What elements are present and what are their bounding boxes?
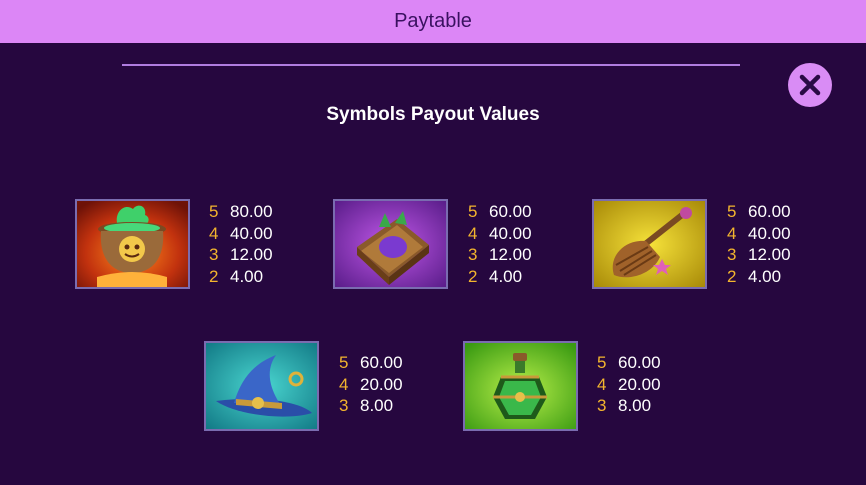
pay-value: 40.00 <box>230 223 273 243</box>
pay-value: 60.00 <box>360 353 403 372</box>
pay-count: 5 <box>727 202 737 221</box>
pay-count: 2 <box>727 266 737 286</box>
pay-value: 8.00 <box>360 396 394 415</box>
pay-value: 60.00 <box>618 353 661 372</box>
potion-icon <box>465 343 576 429</box>
symbol-potion <box>463 341 578 431</box>
pay-value: 12.00 <box>489 245 532 264</box>
symbol-spellbook <box>333 199 448 289</box>
pay-count: 5 <box>209 202 219 221</box>
payout-row: 2 4.00 <box>209 266 309 288</box>
page-title: Paytable <box>394 10 472 32</box>
pay-value: 8.00 <box>618 396 652 415</box>
witch-hat-icon <box>206 343 317 429</box>
section-title: Symbols Payout Values <box>326 104 540 125</box>
payout-row: 5 80.00 <box>209 201 309 223</box>
payout-row: 5 60.00 <box>727 201 827 223</box>
pay-value: 20.00 <box>618 374 661 394</box>
pay-count: 2 <box>209 266 219 286</box>
paytable-header: Paytable <box>0 0 866 43</box>
pay-value: 40.00 <box>748 223 791 243</box>
pay-value: 40.00 <box>489 223 532 243</box>
pay-value: 4.00 <box>230 266 264 286</box>
cauldron-icon <box>77 201 188 287</box>
payout-row: 4 40.00 <box>727 223 827 245</box>
symbol-broom <box>592 199 707 289</box>
close-button[interactable] <box>788 63 832 107</box>
payout-list-spellbook: 5 60.00 4 40.00 3 12.00 2 4.00 <box>468 201 568 287</box>
payout-row: 3 8.00 <box>339 395 439 417</box>
pay-value: 12.00 <box>748 245 791 264</box>
payout-list-broom: 5 60.00 4 40.00 3 12.00 2 4.00 <box>727 201 827 287</box>
pay-count: 3 <box>727 245 737 264</box>
close-icon <box>799 74 821 96</box>
pay-count: 4 <box>727 223 737 243</box>
pay-count: 5 <box>339 353 349 372</box>
pay-value: 60.00 <box>748 202 791 221</box>
payout-row: 3 12.00 <box>468 244 568 266</box>
pay-count: 3 <box>597 396 607 415</box>
pay-count: 4 <box>468 223 478 243</box>
broom-icon <box>594 201 705 287</box>
pay-count: 5 <box>597 353 607 372</box>
pay-count: 4 <box>209 223 219 243</box>
pay-count: 3 <box>468 245 478 264</box>
payout-row: 5 60.00 <box>597 352 697 374</box>
payout-row: 2 4.00 <box>468 266 568 288</box>
payout-list-potion: 5 60.00 4 20.00 3 8.00 <box>597 352 697 417</box>
pay-value: 12.00 <box>230 245 273 264</box>
payout-row: 3 12.00 <box>727 244 827 266</box>
pay-count: 3 <box>209 245 219 264</box>
payout-row: 5 60.00 <box>468 201 568 223</box>
payout-row: 5 60.00 <box>339 352 439 374</box>
pay-count: 4 <box>597 374 607 394</box>
payout-row: 4 20.00 <box>597 374 697 396</box>
payout-row: 3 12.00 <box>209 244 309 266</box>
pay-count: 3 <box>339 396 349 415</box>
symbol-cauldron <box>75 199 190 289</box>
payout-row: 2 4.00 <box>727 266 827 288</box>
pay-count: 4 <box>339 374 349 394</box>
pay-value: 60.00 <box>489 202 532 221</box>
pay-count: 2 <box>468 266 478 286</box>
divider <box>122 64 740 66</box>
payout-row: 4 40.00 <box>468 223 568 245</box>
pay-value: 80.00 <box>230 202 273 221</box>
pay-value: 4.00 <box>748 266 782 286</box>
payout-row: 4 20.00 <box>339 374 439 396</box>
pay-count: 5 <box>468 202 478 221</box>
pay-value: 4.00 <box>489 266 523 286</box>
spellbook-icon <box>335 201 446 287</box>
payout-row: 3 8.00 <box>597 395 697 417</box>
payout-list-witch-hat: 5 60.00 4 20.00 3 8.00 <box>339 352 439 417</box>
symbol-witch-hat <box>204 341 319 431</box>
payout-list-cauldron: 5 80.00 4 40.00 3 12.00 2 4.00 <box>209 201 309 287</box>
payout-row: 4 40.00 <box>209 223 309 245</box>
pay-value: 20.00 <box>360 374 403 394</box>
